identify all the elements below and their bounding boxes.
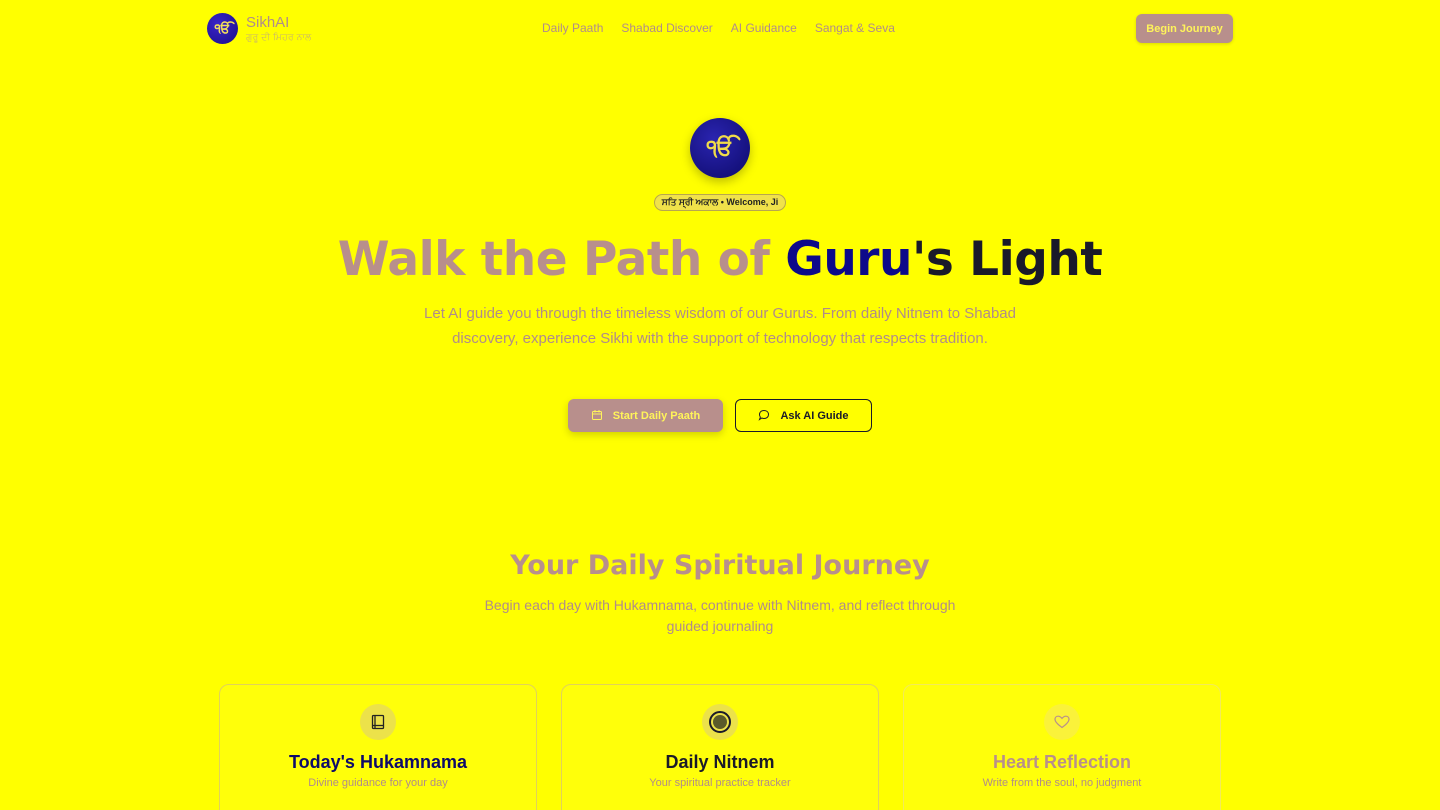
circle-progress-icon bbox=[702, 704, 738, 740]
nav-link-shabad-discover[interactable]: Shabad Discover bbox=[621, 21, 712, 35]
hero-title-part2: Guru bbox=[785, 232, 912, 287]
welcome-badge-wrap: ਸਤਿ ਸ੍ਰੀ ਅਕਾਲ • Welcome, Ji bbox=[0, 192, 1440, 211]
begin-journey-button[interactable]: Begin Journey bbox=[1136, 14, 1233, 43]
hero-title-part3: 's Light bbox=[911, 232, 1103, 287]
nav-link-daily-paath[interactable]: Daily Paath bbox=[542, 21, 603, 35]
section-title: Your Daily Spiritual Journey bbox=[510, 550, 930, 581]
ik-onkar-logo-icon: ੴ bbox=[690, 118, 750, 178]
section-subtitle: Begin each day with Hukamnama, continue … bbox=[484, 597, 956, 634]
brand-name: SikhAI bbox=[246, 14, 290, 31]
nav-link-ai-guidance[interactable]: AI Guidance bbox=[731, 21, 797, 35]
nitnem-title: Daily Nitnem bbox=[665, 752, 775, 772]
ask-ai-guide-button[interactable]: Ask AI Guide bbox=[735, 399, 872, 432]
book-icon bbox=[360, 704, 396, 740]
nitnem-card[interactable]: Daily Nitnem Your spiritual practice tra… bbox=[561, 684, 879, 810]
ask-ai-guide-label: Ask AI Guide bbox=[780, 409, 849, 422]
brand-text: SikhAI ਗੁਰੂ ਦੀ ਮਿਹਰ ਨਾਲ bbox=[246, 15, 312, 42]
khanda-logo-icon: ੴ bbox=[207, 13, 238, 44]
start-daily-paath-label: Start Daily Paath bbox=[612, 409, 701, 422]
hero-description: Let AI guide you through the timeless wi… bbox=[424, 305, 1016, 347]
hukamnama-subtitle: Divine guidance for your day bbox=[308, 777, 448, 789]
reflection-subtitle: Write from the soul, no judgment bbox=[982, 777, 1142, 789]
journey-cards: Today's Hukamnama Divine guidance for yo… bbox=[219, 684, 1221, 810]
top-navbar: ੴ SikhAI ਗੁਰੂ ਦੀ ਮਿਹਰ ਨਾਲ Daily Paath Sh… bbox=[0, 0, 1440, 56]
start-daily-paath-button[interactable]: Start Daily Paath bbox=[568, 399, 723, 432]
nitnem-subtitle: Your spiritual practice tracker bbox=[649, 777, 791, 789]
hero-title: Walk the Path of Guru's Light bbox=[0, 232, 1440, 287]
welcome-badge: ਸਤਿ ਸ੍ਰੀ ਅਕਾਲ • Welcome, Ji bbox=[653, 194, 787, 211]
hero-title-part1: Walk the Path of bbox=[337, 232, 786, 287]
brand[interactable]: ੴ SikhAI ਗੁਰੂ ਦੀ ਮਿਹਰ ਨਾਲ bbox=[207, 13, 312, 44]
nav-links: Daily Paath Shabad Discover AI Guidance … bbox=[542, 21, 895, 35]
chat-bubble-icon bbox=[758, 409, 770, 423]
hukamnama-card[interactable]: Today's Hukamnama Divine guidance for yo… bbox=[219, 684, 537, 810]
reflection-title: Heart Reflection bbox=[992, 752, 1132, 772]
calendar-icon bbox=[591, 409, 603, 423]
nav-link-sangat-seva[interactable]: Sangat & Seva bbox=[815, 21, 895, 35]
reflection-card[interactable]: Heart Reflection Write from the soul, no… bbox=[903, 684, 1221, 810]
heart-icon bbox=[1044, 704, 1080, 740]
brand-tagline: ਗੁਰੂ ਦੀ ਮਿਹਰ ਨਾਲ bbox=[246, 32, 312, 42]
hukamnama-title: Today's Hukamnama bbox=[288, 752, 467, 772]
